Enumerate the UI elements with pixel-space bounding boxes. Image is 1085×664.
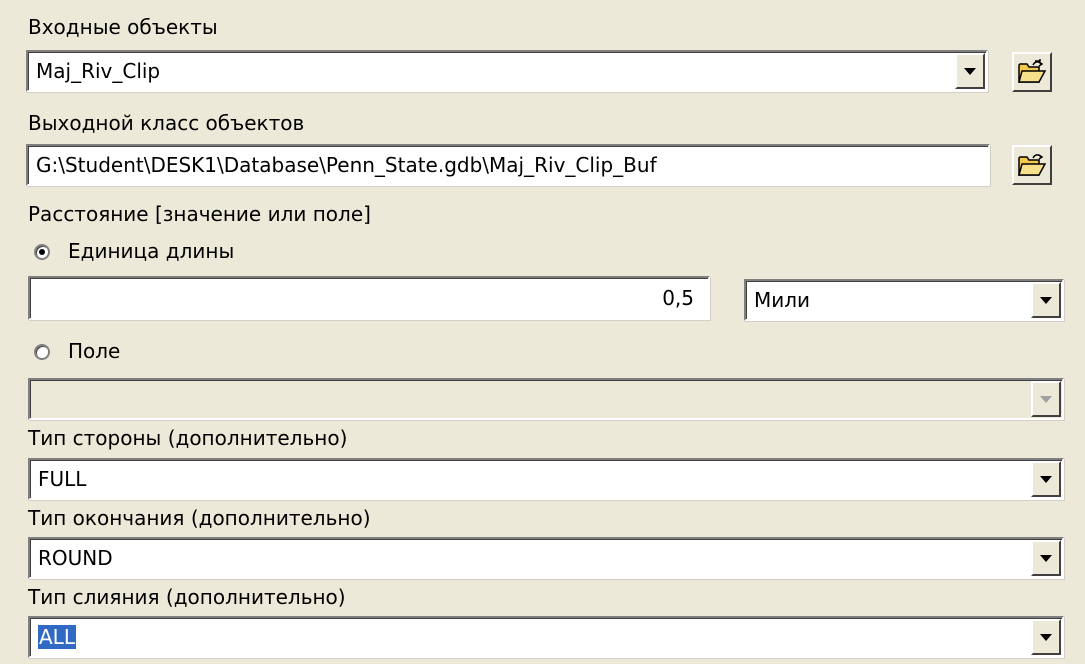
chevron-down-icon xyxy=(1040,395,1052,403)
distance-unit-value: Мили xyxy=(754,288,811,312)
dissolve-type-value: ALL xyxy=(38,625,76,649)
field-radio[interactable] xyxy=(34,344,50,360)
distance-field-dropdown-button xyxy=(1031,381,1061,417)
chevron-down-icon xyxy=(964,67,976,75)
distance-value-input[interactable]: 0,5 xyxy=(28,276,710,320)
chevron-down-icon xyxy=(1040,475,1052,483)
distance-label: Расстояние [значение или поле] xyxy=(28,202,371,226)
folder-open-icon xyxy=(1018,154,1047,176)
end-type-select[interactable]: ROUND xyxy=(28,537,1064,579)
radio-dot xyxy=(39,249,45,255)
dissolve-type-select[interactable]: ALL xyxy=(28,616,1064,658)
end-type-label: Тип окончания (дополнительно) xyxy=(28,506,371,530)
dissolve-type-label: Тип слияния (дополнительно) xyxy=(28,585,346,609)
end-type-value: ROUND xyxy=(38,546,113,570)
chevron-down-icon xyxy=(1040,633,1052,641)
field-radio-label: Поле xyxy=(68,339,121,363)
output-class-value: G:\Student\DESK1\Database\Penn_State.gdb… xyxy=(36,153,657,177)
input-features-dropdown-button[interactable] xyxy=(955,53,985,89)
dissolve-type-value-wrap: ALL xyxy=(38,618,76,656)
dissolve-type-dropdown-button[interactable] xyxy=(1031,619,1061,655)
linear-unit-radio[interactable] xyxy=(34,244,50,260)
side-type-dropdown-button[interactable] xyxy=(1031,461,1061,497)
input-features-combobox[interactable]: Maj_Riv_Clip xyxy=(26,50,988,92)
distance-unit-select[interactable]: Мили xyxy=(744,279,1064,321)
side-type-value: FULL xyxy=(38,467,87,491)
side-type-select[interactable]: FULL xyxy=(28,458,1064,500)
output-class-browse-button[interactable] xyxy=(1012,145,1052,185)
side-type-label: Тип стороны (дополнительно) xyxy=(28,426,348,450)
input-features-browse-button[interactable] xyxy=(1012,52,1052,92)
distance-unit-dropdown-button[interactable] xyxy=(1031,282,1061,318)
end-type-dropdown-button[interactable] xyxy=(1031,540,1061,576)
output-class-input[interactable]: G:\Student\DESK1\Database\Penn_State.gdb… xyxy=(26,144,990,186)
distance-field-select xyxy=(28,378,1064,420)
input-features-label: Входные объекты xyxy=(28,15,218,39)
chevron-down-icon xyxy=(1040,296,1052,304)
distance-value: 0,5 xyxy=(662,286,694,310)
chevron-down-icon xyxy=(1040,554,1052,562)
linear-unit-label: Единица длины xyxy=(68,239,235,263)
folder-open-icon xyxy=(1018,59,1047,83)
input-features-value: Maj_Riv_Clip xyxy=(36,59,161,83)
output-class-label: Выходной класс объектов xyxy=(28,111,305,135)
